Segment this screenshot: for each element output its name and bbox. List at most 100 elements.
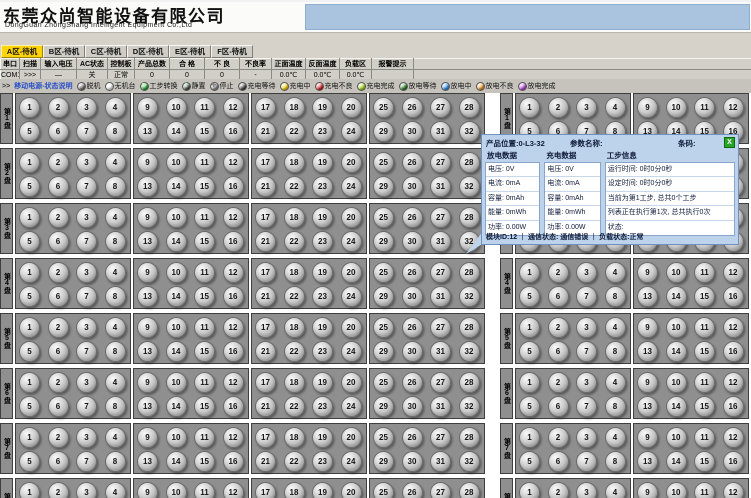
battery-cell[interactable]: 6 (48, 341, 69, 362)
battery-cell[interactable]: 22 (284, 451, 305, 472)
battery-cell[interactable]: 9 (137, 372, 158, 393)
battery-cell[interactable]: 14 (666, 451, 687, 472)
battery-cell[interactable]: 32 (459, 176, 480, 197)
tab-zone-b[interactable]: B区-待机 (43, 45, 85, 58)
battery-cell[interactable]: 18 (284, 317, 305, 338)
battery-cell[interactable]: 7 (76, 341, 97, 362)
battery-cell[interactable]: 7 (76, 176, 97, 197)
battery-cell[interactable]: 23 (312, 341, 333, 362)
battery-cell[interactable]: 3 (576, 97, 597, 118)
battery-cell[interactable]: 2 (548, 97, 569, 118)
battery-cell[interactable]: 10 (166, 152, 187, 173)
battery-cell[interactable]: 18 (284, 97, 305, 118)
battery-cell[interactable]: 29 (373, 396, 394, 417)
battery-cell[interactable]: 10 (666, 262, 687, 283)
battery-cell[interactable]: 19 (312, 207, 333, 228)
battery-cell[interactable]: 7 (576, 341, 597, 362)
battery-cell[interactable]: 10 (166, 317, 187, 338)
battery-cell[interactable]: 25 (373, 207, 394, 228)
battery-cell[interactable]: 21 (255, 451, 276, 472)
battery-cell[interactable]: 1 (519, 372, 540, 393)
battery-cell[interactable]: 27 (430, 427, 451, 448)
battery-cell[interactable]: 11 (194, 97, 215, 118)
battery-cell[interactable]: 19 (312, 372, 333, 393)
battery-cell[interactable]: 31 (430, 231, 451, 252)
battery-cell[interactable]: 11 (194, 262, 215, 283)
battery-cell[interactable]: 23 (312, 286, 333, 307)
battery-cell[interactable]: 10 (166, 427, 187, 448)
battery-cell[interactable]: 10 (666, 317, 687, 338)
battery-cell[interactable]: 2 (548, 372, 569, 393)
battery-cell[interactable]: 27 (430, 207, 451, 228)
battery-cell[interactable]: 4 (605, 427, 626, 448)
battery-cell[interactable]: 32 (459, 286, 480, 307)
battery-cell[interactable]: 4 (105, 262, 126, 283)
battery-cell[interactable]: 25 (373, 482, 394, 498)
battery-cell[interactable]: 30 (402, 341, 423, 362)
battery-cell[interactable]: 19 (312, 97, 333, 118)
battery-cell[interactable]: 14 (666, 286, 687, 307)
battery-cell[interactable]: 23 (312, 176, 333, 197)
battery-cell[interactable]: 11 (194, 482, 215, 498)
battery-cell[interactable]: 10 (666, 372, 687, 393)
battery-cell[interactable]: 19 (312, 152, 333, 173)
battery-cell[interactable]: 26 (402, 207, 423, 228)
battery-cell[interactable]: 17 (255, 152, 276, 173)
battery-cell[interactable]: 13 (637, 341, 658, 362)
battery-cell[interactable]: 17 (255, 427, 276, 448)
battery-cell[interactable]: 30 (402, 396, 423, 417)
battery-cell[interactable]: 29 (373, 176, 394, 197)
battery-cell[interactable]: 13 (137, 176, 158, 197)
battery-cell[interactable]: 11 (194, 317, 215, 338)
battery-cell[interactable]: 5 (519, 286, 540, 307)
battery-cell[interactable]: 26 (402, 152, 423, 173)
battery-cell[interactable]: 5 (19, 451, 40, 472)
battery-cell[interactable]: 25 (373, 372, 394, 393)
battery-cell[interactable]: 32 (459, 396, 480, 417)
battery-cell[interactable]: 18 (284, 207, 305, 228)
battery-cell[interactable]: 20 (341, 262, 362, 283)
battery-cell[interactable]: 3 (76, 207, 97, 228)
battery-cell[interactable]: 22 (284, 121, 305, 142)
battery-cell[interactable]: 22 (284, 231, 305, 252)
battery-cell[interactable]: 9 (137, 207, 158, 228)
battery-cell[interactable]: 32 (459, 451, 480, 472)
battery-cell[interactable]: 10 (666, 97, 687, 118)
battery-cell[interactable]: 2 (48, 317, 69, 338)
battery-cell[interactable]: 19 (312, 317, 333, 338)
battery-cell[interactable]: 7 (76, 121, 97, 142)
battery-cell[interactable]: 24 (341, 231, 362, 252)
tab-zone-a[interactable]: A区-待机 (1, 45, 43, 58)
battery-cell[interactable]: 9 (137, 262, 158, 283)
battery-cell[interactable]: 6 (48, 286, 69, 307)
battery-cell[interactable]: 2 (48, 482, 69, 498)
battery-cell[interactable]: 5 (19, 176, 40, 197)
battery-cell[interactable]: 5 (19, 286, 40, 307)
battery-cell[interactable]: 12 (723, 372, 744, 393)
battery-cell[interactable]: 30 (402, 231, 423, 252)
battery-cell[interactable]: 16 (223, 396, 244, 417)
battery-cell[interactable]: 29 (373, 341, 394, 362)
battery-cell[interactable]: 7 (76, 451, 97, 472)
battery-cell[interactable]: 14 (166, 286, 187, 307)
battery-cell[interactable]: 15 (194, 341, 215, 362)
battery-cell[interactable]: 16 (223, 121, 244, 142)
battery-cell[interactable]: 9 (137, 317, 158, 338)
battery-cell[interactable]: 15 (694, 341, 715, 362)
battery-cell[interactable]: 12 (223, 152, 244, 173)
battery-cell[interactable]: 16 (223, 231, 244, 252)
battery-cell[interactable]: 13 (137, 121, 158, 142)
battery-cell[interactable]: 28 (459, 372, 480, 393)
battery-cell[interactable]: 6 (548, 396, 569, 417)
popup-close-button[interactable]: X (724, 137, 735, 148)
battery-cell[interactable]: 3 (576, 372, 597, 393)
battery-cell[interactable]: 16 (723, 341, 744, 362)
battery-cell[interactable]: 12 (223, 372, 244, 393)
battery-cell[interactable]: 13 (637, 451, 658, 472)
battery-cell[interactable]: 27 (430, 262, 451, 283)
battery-cell[interactable]: 26 (402, 317, 423, 338)
battery-cell[interactable]: 4 (605, 482, 626, 498)
battery-cell[interactable]: 20 (341, 482, 362, 498)
battery-cell[interactable]: 11 (694, 372, 715, 393)
battery-cell[interactable]: 1 (19, 207, 40, 228)
